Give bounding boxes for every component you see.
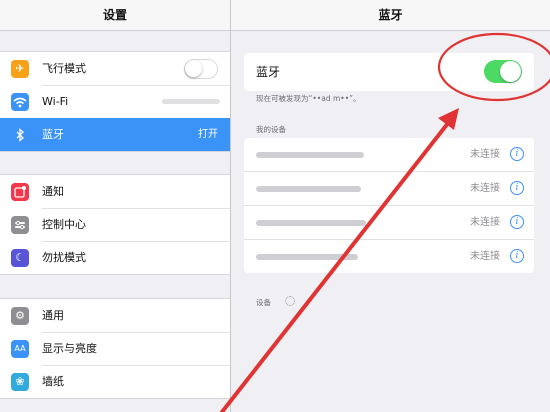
- device-name-redacted: [256, 220, 366, 226]
- device-row[interactable]: 未连接 i: [244, 205, 534, 239]
- device-name-redacted: [256, 152, 364, 158]
- airplane-mode-toggle[interactable]: [184, 59, 218, 79]
- settings-sidebar: 设置 ✈ 飞行模式 Wi-Fi 蓝牙 打开 通知 控制中心 ☾ 勿扰模式 ⚙ 通…: [0, 0, 231, 412]
- bluetooth-detail-pane: 蓝牙 蓝牙 现在可被发现为“••ad m••”。 我的设备 未连接 i 未连接 …: [231, 0, 550, 412]
- sidebar-item-label: 通知: [42, 185, 64, 198]
- bluetooth-row: 蓝牙: [244, 53, 534, 91]
- sidebar-item-general[interactable]: ⚙ 通用: [0, 299, 230, 332]
- moon-icon: ☾: [11, 249, 29, 267]
- wifi-icon: [11, 93, 29, 111]
- info-icon[interactable]: i: [510, 249, 524, 263]
- gear-icon: ⚙: [11, 307, 29, 325]
- loading-spinner-icon: [285, 296, 295, 306]
- sidebar-item-notifications[interactable]: 通知: [0, 175, 230, 208]
- sidebar-item-label: 控制中心: [42, 218, 86, 231]
- device-status: 未连接: [470, 183, 500, 194]
- info-icon[interactable]: i: [510, 181, 524, 195]
- info-icon[interactable]: i: [510, 147, 524, 161]
- sidebar-item-label: 通用: [42, 309, 64, 322]
- sidebar-item-wallpaper[interactable]: ❀ 墙纸: [0, 365, 230, 398]
- sidebar-item-label: 飞行模式: [42, 62, 86, 75]
- sidebar-group-notifications: 通知 控制中心 ☾ 勿扰模式: [0, 174, 230, 275]
- device-name-redacted: [256, 186, 361, 192]
- sidebar-item-label: 墙纸: [42, 375, 64, 388]
- other-devices-header: 设备: [256, 298, 271, 307]
- device-row[interactable]: 未连接 i: [244, 239, 534, 273]
- sidebar-item-control-center[interactable]: 控制中心: [0, 208, 230, 241]
- sidebar-item-bluetooth[interactable]: 蓝牙 打开: [0, 118, 230, 151]
- device-row[interactable]: 未连接 i: [244, 171, 534, 205]
- my-devices-header: 我的设备: [256, 125, 286, 134]
- bluetooth-status-value: 打开: [198, 129, 218, 140]
- my-devices-list: 未连接 i 未连接 i 未连接 i 未连接 i: [244, 138, 534, 273]
- wifi-network-name-redacted: [162, 99, 220, 104]
- control-center-icon: [11, 216, 29, 234]
- sidebar-item-wifi[interactable]: Wi-Fi: [0, 85, 230, 118]
- display-icon: AA: [11, 340, 29, 358]
- device-name-redacted: [256, 254, 358, 260]
- discoverable-text: 现在可被发现为“••ad m••”。: [256, 94, 361, 103]
- sidebar-item-label: 勿扰模式: [42, 251, 86, 264]
- device-status: 未连接: [470, 217, 500, 228]
- device-row[interactable]: 未连接 i: [244, 138, 534, 171]
- sidebar-group-general: ⚙ 通用 AA 显示与亮度 ❀ 墙纸: [0, 298, 230, 399]
- sidebar-item-label: Wi-Fi: [42, 95, 69, 108]
- device-status: 未连接: [470, 251, 500, 262]
- bluetooth-toggle[interactable]: [484, 60, 522, 83]
- sidebar-item-display-brightness[interactable]: AA 显示与亮度: [0, 332, 230, 365]
- sidebar-item-label: 显示与亮度: [42, 342, 97, 355]
- airplane-icon: ✈: [11, 60, 29, 78]
- sidebar-item-airplane-mode[interactable]: ✈ 飞行模式: [0, 52, 230, 85]
- sidebar-item-do-not-disturb[interactable]: ☾ 勿扰模式: [0, 241, 230, 274]
- bluetooth-icon: [11, 126, 29, 144]
- page-title: 蓝牙: [231, 0, 550, 31]
- device-status: 未连接: [470, 149, 500, 160]
- sidebar-title: 设置: [0, 0, 230, 31]
- bluetooth-label: 蓝牙: [256, 65, 281, 79]
- sidebar-item-label: 蓝牙: [42, 128, 64, 141]
- sidebar-group-connectivity: ✈ 飞行模式 Wi-Fi 蓝牙 打开: [0, 51, 230, 152]
- notification-icon: [11, 183, 29, 201]
- info-icon[interactable]: i: [510, 215, 524, 229]
- wallpaper-icon: ❀: [11, 373, 29, 391]
